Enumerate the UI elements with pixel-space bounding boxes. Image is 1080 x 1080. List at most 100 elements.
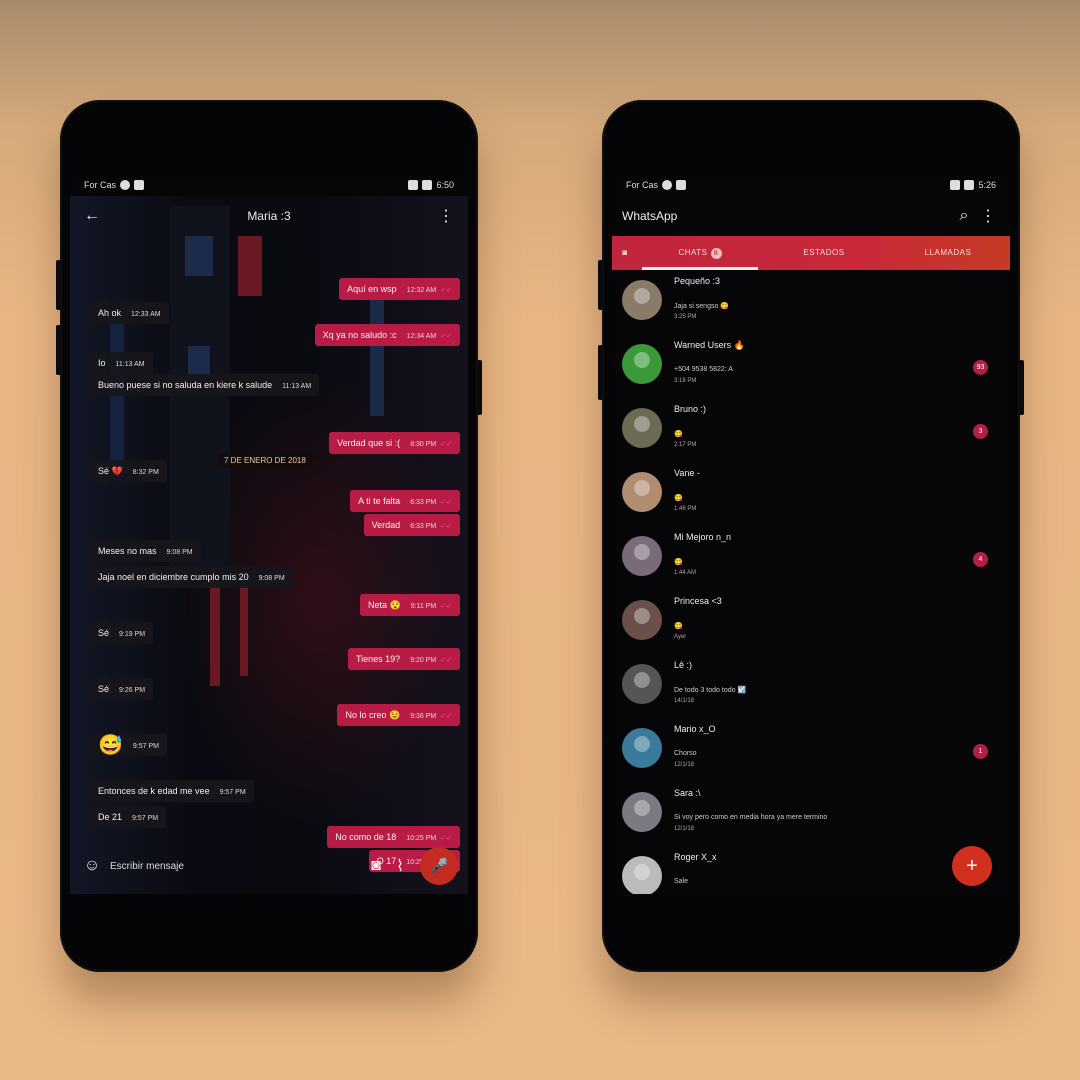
composer: ☺ Escribir mensaje ◙ ⌇ 🎤 <box>70 847 468 885</box>
camera-icon: ◙ <box>622 248 628 257</box>
chat-name: Vane - <box>674 468 700 478</box>
avatar[interactable] <box>622 344 662 384</box>
message-bubble[interactable]: Xq ya no saludo :c 12:34 AM ✓✓ <box>314 324 460 346</box>
more-vert-icon[interactable]: ⋮ <box>434 206 458 226</box>
message-time: 9:20 PM <box>410 657 437 664</box>
message-bubble[interactable]: No como de 18 10:25 PM ✓✓ <box>327 826 460 848</box>
message-time: 11:13 AM <box>282 383 312 390</box>
clock-text: 6:50 <box>436 180 454 190</box>
message-bubble[interactable]: A ti te falta 6:33 PM ✓✓ <box>350 490 460 512</box>
message-bubble[interactable]: Jaja noel en diciembre cumplo mis 20 9:08… <box>90 566 293 588</box>
message-bubble[interactable]: Verdad que si :(8:30 PM ✓✓ <box>329 432 460 454</box>
message-text: Entonces de k edad me vee <box>98 786 210 796</box>
message-bubble[interactable]: Sé 💔 8:32 PM <box>90 460 167 482</box>
chat-row[interactable]: Vane - 😋 1:48 PM <box>612 466 1010 530</box>
chat-row[interactable]: Pequeño :3 Jaja si sengso 😋 3:25 PM <box>612 274 1010 338</box>
more-vert-icon[interactable]: ⋮ <box>976 206 1000 226</box>
side-button <box>1019 360 1024 415</box>
message-bubble[interactable]: No lo creo 😉 9:36 PM ✓✓ <box>337 704 460 726</box>
chat-time: 14/1/18 <box>674 698 695 704</box>
tab-label: CHATS <box>678 248 708 257</box>
avatar[interactable] <box>622 536 662 576</box>
message-text: Sé <box>98 628 110 638</box>
tab-label: LLAMADAS <box>924 248 972 257</box>
avatar[interactable] <box>622 600 662 640</box>
chat-row[interactable]: Princesa <3 😋 Ayer <box>612 594 1010 658</box>
chat-row[interactable]: Bruno :) 😋 2:17 PM 3 <box>612 402 1010 466</box>
avatar[interactable] <box>622 408 662 448</box>
avatar[interactable] <box>622 664 662 704</box>
chat-row[interactable]: Mi Mejoro n_n 😋 1:44 AM 4 <box>612 530 1010 594</box>
message-bubble[interactable]: Meses no mas 9:08 PM <box>90 540 201 562</box>
chat-preview: 😋 <box>674 431 683 438</box>
status-bar: For Cas 6:50 <box>70 174 468 196</box>
new-chat-button[interactable]: + <box>952 846 992 886</box>
signal-icon <box>950 180 961 190</box>
avatar[interactable] <box>622 792 662 832</box>
chat-row[interactable]: Lê :) De todo 3 todo todo ☑️ 14/1/18 <box>612 658 1010 722</box>
chat-preview: 😋 <box>674 559 683 566</box>
chat-time: 2:17 PM <box>674 442 697 448</box>
message-bubble[interactable]: Ah ok 12:33 AM <box>90 302 169 324</box>
message-bubble[interactable]: Neta 😯 9:11 PM ✓✓ <box>359 594 460 616</box>
read-receipt-icon: ✓✓ <box>440 835 452 842</box>
search-icon[interactable]: ⌕ <box>952 207 976 225</box>
unread-count-badge: 3 <box>973 424 988 439</box>
message-bubble[interactable]: De 21 9:57 PM <box>90 806 167 828</box>
tab-estados[interactable]: ESTADOS <box>762 236 886 270</box>
tab-llamadas[interactable]: LLAMADAS <box>886 236 1010 270</box>
arrow-left-icon[interactable]: ← <box>80 207 104 225</box>
plus-icon: + <box>966 854 978 877</box>
tab-camera[interactable]: ◙ <box>612 236 638 270</box>
message-text: Ah ok <box>98 308 122 318</box>
paperclip-icon[interactable]: ⌇ <box>388 856 412 876</box>
message-bubble[interactable]: Bueno puese si no saluda en kiere k salu… <box>90 374 320 396</box>
message-time: 9:57 PM <box>132 743 159 750</box>
message-time: 8:32 PM <box>132 469 159 476</box>
tab-chats[interactable]: CHATS 8 <box>638 236 762 270</box>
message-time: 9:19 PM <box>119 631 146 638</box>
message-bubble[interactable]: 😅 9:57 PM <box>90 734 167 757</box>
avatar[interactable] <box>622 280 662 320</box>
emoji-icon[interactable]: ☺ <box>80 857 104 875</box>
message-bubble[interactable]: Verdad 6:33 PM ✓✓ <box>363 514 460 536</box>
app-title: WhatsApp <box>622 209 678 223</box>
message-text: Verdad que si :( <box>337 438 401 448</box>
chat-row[interactable]: Roger X_x Sale <box>612 850 1010 894</box>
message-bubble[interactable]: Io 11:13 AM <box>90 352 153 374</box>
avatar[interactable] <box>622 472 662 512</box>
signal-icon <box>408 180 419 190</box>
battery-icon <box>422 180 433 190</box>
chat-row[interactable]: Warned Users 🔥 +504 9538 5822: A 3:18 PM 93 <box>612 338 1010 402</box>
side-button <box>56 325 61 375</box>
read-receipt-icon: ✓✓ <box>440 523 452 530</box>
message-input[interactable]: Escribir mensaje <box>110 861 364 872</box>
message-text: Io <box>98 358 106 368</box>
screenshot-icon <box>134 180 145 190</box>
avatar[interactable] <box>622 728 662 768</box>
message-bubble[interactable]: Sé 9:26 PM <box>90 678 154 700</box>
mic-button[interactable]: 🎤 <box>420 847 458 885</box>
chat-time: 1:44 AM <box>674 570 697 576</box>
message-text: Bueno puese si no saluda en kiere k salu… <box>98 380 273 390</box>
chat-preview: Si voy pero como en media hora ya mere t… <box>674 814 828 821</box>
chat-row[interactable]: Mario x_O Chorso 12/1/18 1 <box>612 722 1010 786</box>
message-text: Jaja noel en diciembre cumplo mis 20 <box>98 572 249 582</box>
avatar[interactable] <box>622 856 662 894</box>
message-time: 6:33 PM <box>410 523 437 530</box>
message-bubble[interactable]: Tienes 19? 9:20 PM ✓✓ <box>347 648 460 670</box>
message-bubble[interactable]: Aquí en wsp 12:32 AM ✓✓ <box>339 278 460 300</box>
chat-time: 12/1/18 <box>674 826 695 832</box>
vpn-icon <box>662 180 673 190</box>
message-bubble[interactable]: Sé 9:19 PM <box>90 622 154 644</box>
message-bubble[interactable]: Entonces de k edad me vee 9:57 PM <box>90 780 254 802</box>
read-receipt-icon: ✓✓ <box>440 499 452 506</box>
chat-name: Mario x_O <box>674 724 716 734</box>
contact-name[interactable]: Maria :3 <box>104 209 434 223</box>
image-icon <box>676 180 687 190</box>
chat-header: ← Maria :3 ⋮ <box>70 196 468 236</box>
unread-badge: 8 <box>710 248 722 259</box>
message-text: A ti te falta <box>358 496 401 506</box>
chat-row[interactable]: Sara :\ Si voy pero como en media hora ya… <box>612 786 1010 850</box>
camera-icon[interactable]: ◙ <box>364 857 388 875</box>
